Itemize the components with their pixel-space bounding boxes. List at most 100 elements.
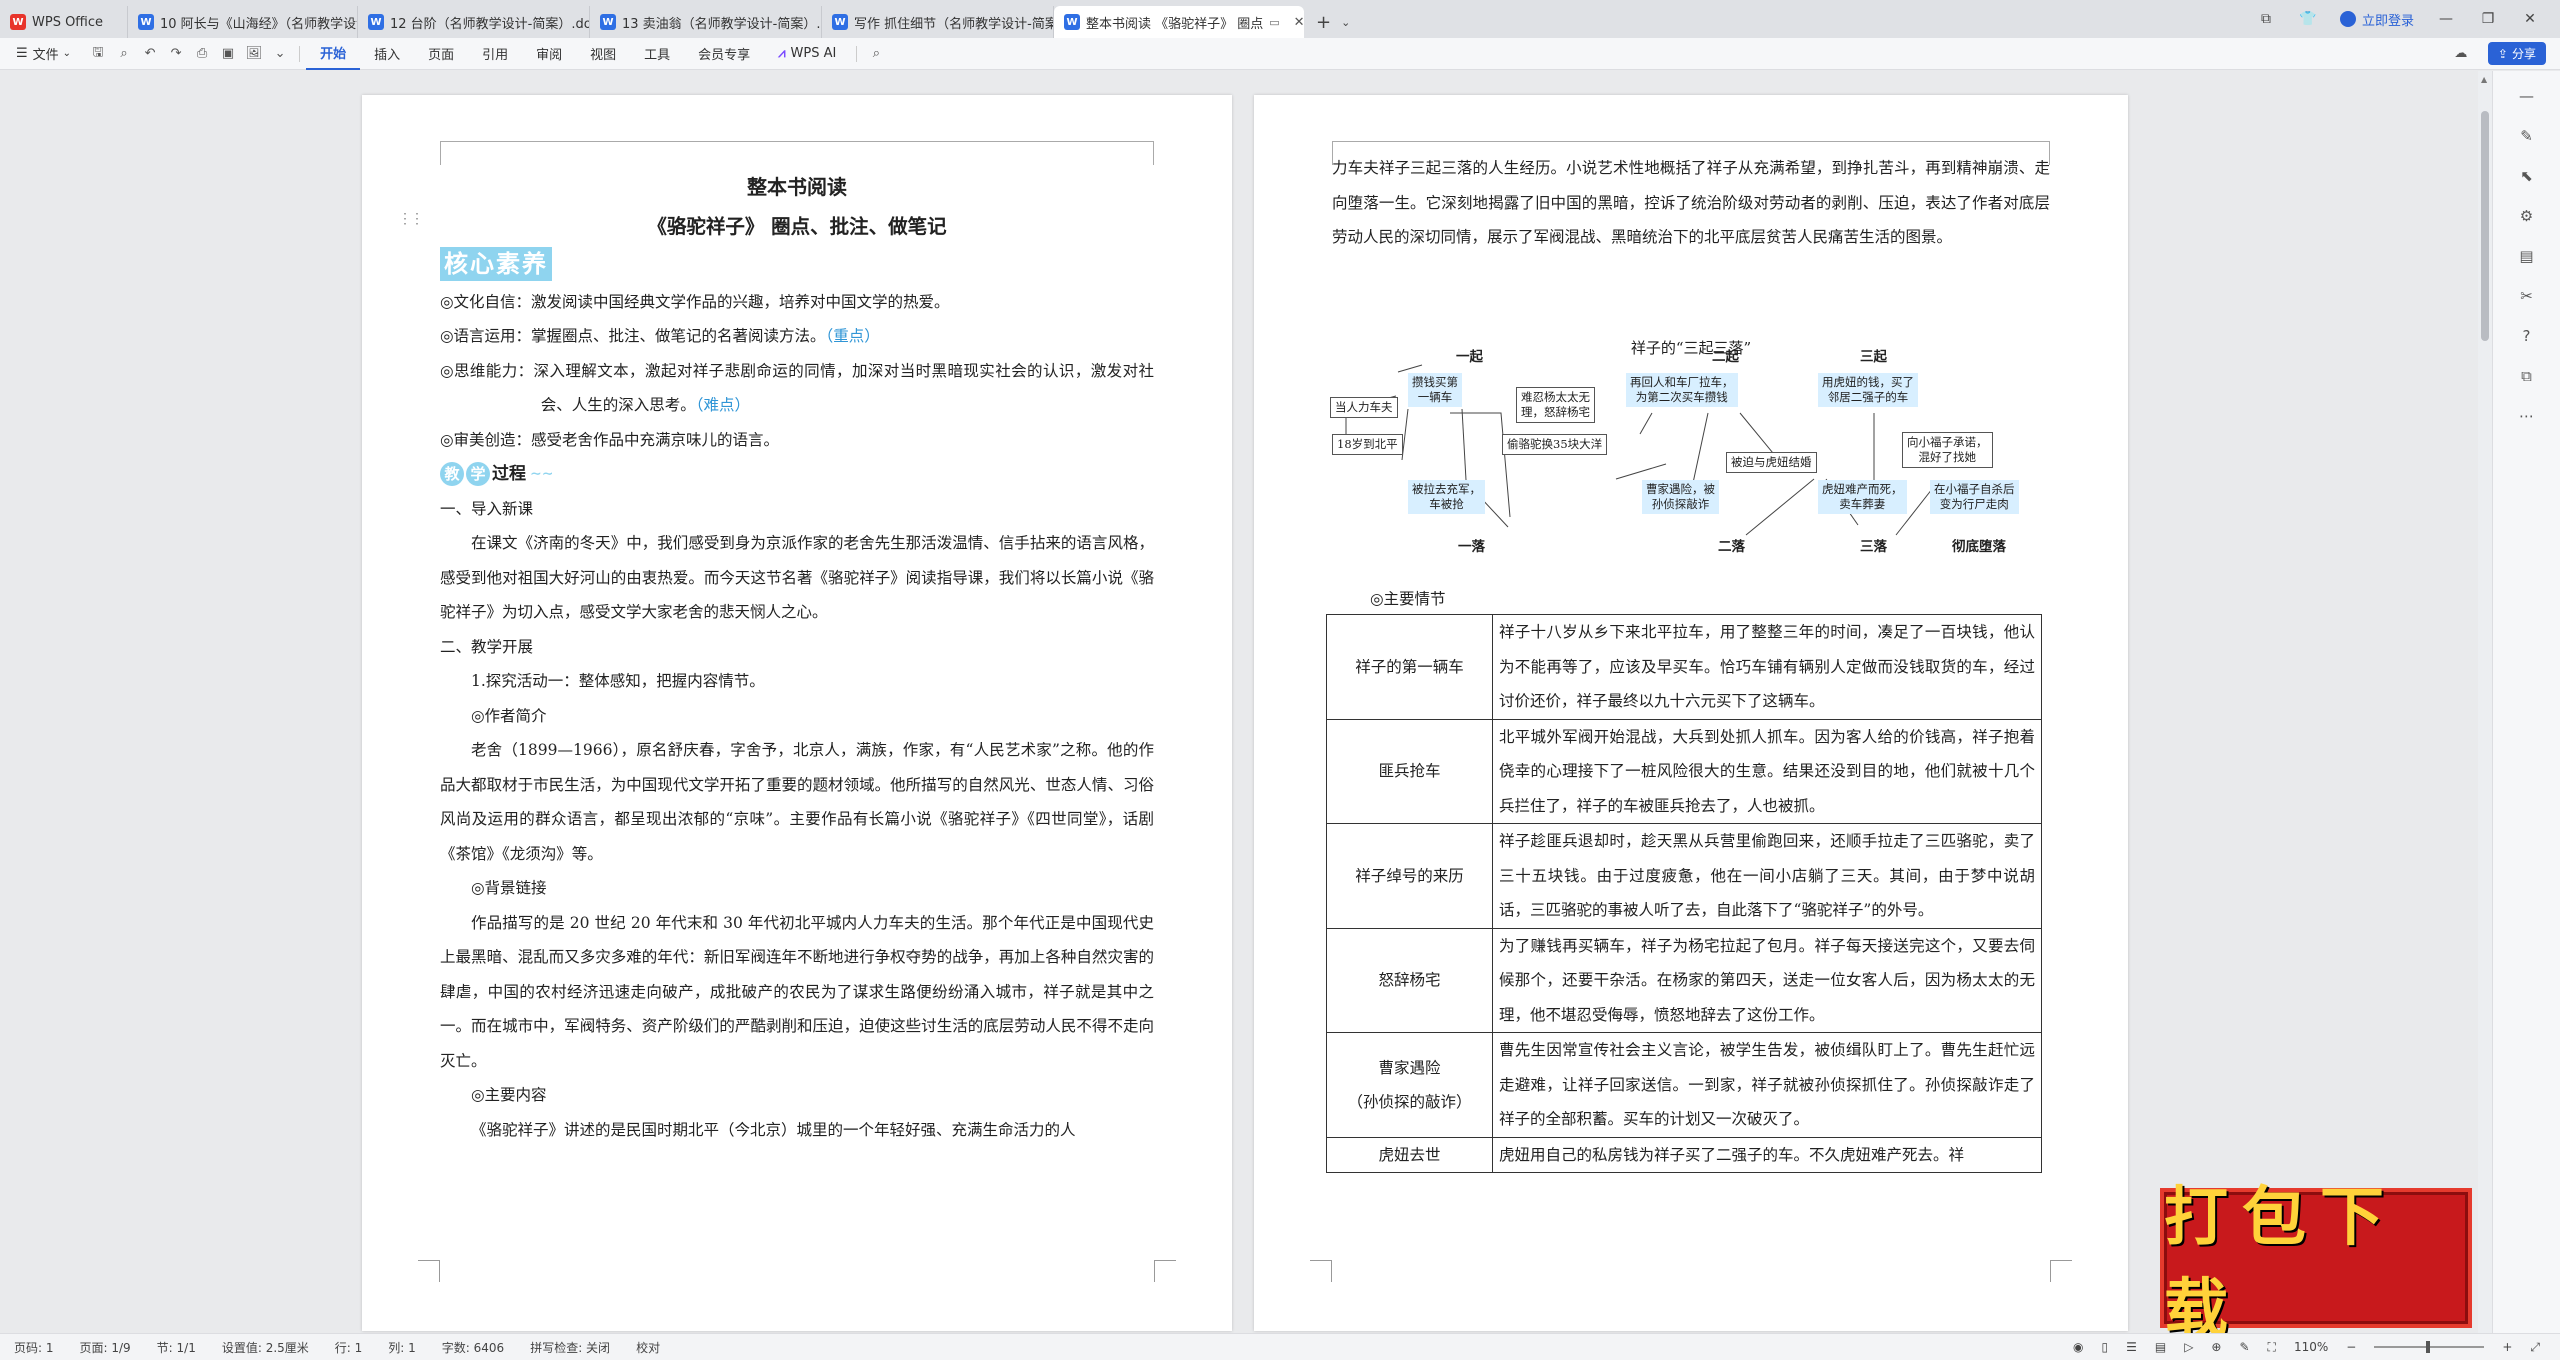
pen-icon[interactable]: ✎ [2516, 125, 2538, 147]
search-icon[interactable]: ⌕ [863, 38, 889, 70]
print-icon[interactable]: ⎙ [189, 38, 215, 70]
menu-view[interactable]: 视图 [576, 38, 630, 70]
file-menu[interactable]: ☰ 文件 ⌄ [0, 38, 85, 70]
box-promise-xiaofu: 向小福子承诺， 混好了找她 [1902, 432, 1993, 468]
redo-icon[interactable]: ↷ [163, 38, 189, 70]
eye-protect-icon[interactable]: ◉ [2073, 1340, 2083, 1354]
zoom-level[interactable]: 110% [2294, 1340, 2328, 1354]
play-icon[interactable]: ▷ [2184, 1340, 2193, 1354]
document-page-2[interactable]: 力车夫祥子三起三落的人生经历。小说艺术性地概括了祥子从充满希望，到挣扎苦斗，再到… [1254, 95, 2128, 1331]
drag-handle-icon[interactable]: ⋮⋮ [398, 211, 424, 227]
box-detective-extortion: 曹家遇险，被 孙侦探敲诈 [1642, 480, 1719, 514]
section-heading: 一、导入新课 [440, 499, 534, 518]
right-tool-panel: — ✎ ⬉ ⚙ ▤ ✂ ? ⧉ ⋯ [2492, 71, 2560, 1333]
menu-member[interactable]: 会员专享 [684, 38, 764, 70]
select-cursor-icon[interactable]: ⬉ [2516, 165, 2538, 187]
tab-label: WPS Office [32, 14, 104, 30]
status-spell-check[interactable]: 拼写检查: 关闭 [530, 1339, 610, 1356]
box-buy-first-car: 攒钱买第 一辆车 [1408, 373, 1462, 407]
download-package-stamp[interactable]: 打包下载 [2160, 1181, 2472, 1347]
vertical-scrollbar[interactable]: ▲ [2478, 71, 2492, 1333]
plot-detail-cell: 曹先生因常宣传社会主义言论，被学生告发，被侦缉队盯上了。曹先生赶忙远走避难，让祥… [1492, 1032, 2042, 1138]
box-car-seized: 被拉去充军， 车被抢 [1408, 480, 1485, 514]
screen-icon[interactable]: ▭ [1269, 16, 1279, 29]
zoom-in-icon[interactable]: + [2502, 1340, 2512, 1354]
help-icon[interactable]: ? [2516, 325, 2538, 347]
status-page-code[interactable]: 页码: 1 [14, 1339, 54, 1356]
login-button[interactable]: 立即登录 [2339, 10, 2414, 29]
menu-tools[interactable]: 工具 [630, 38, 684, 70]
plot-detail-cell: 北平城外军阀开始混战，大兵到处抓人抓车。因为客人给的价钱高，祥子抱着侥幸的心理接… [1492, 718, 2042, 824]
menu-home[interactable]: 开始 [306, 38, 361, 70]
label-fall-1: 一落 [1458, 539, 1485, 555]
ai-logo-icon: ⩘ [778, 46, 786, 61]
outline-view-icon[interactable]: ☰ [2126, 1340, 2137, 1354]
status-row[interactable]: 行: 1 [335, 1339, 363, 1356]
web-view-icon[interactable]: ⊕ [2211, 1340, 2221, 1354]
tab-document-active[interactable]: W 整本书阅读 《骆驼祥子》 圈点 ▭ ✕ [1054, 6, 1304, 38]
read-view-icon[interactable]: ▤ [2155, 1340, 2166, 1354]
main-plot-heading: ◎主要情节 [1370, 590, 1446, 608]
plot-name-cell: 曹家遇险 （孙侦探的敲诈） [1326, 1032, 1493, 1138]
document-page-1[interactable]: ⋮⋮ 整本书阅读 《骆驼祥子》 圈点、批注、做笔记 核心素养 ◎文化自信：激发阅… [362, 95, 1232, 1331]
status-col[interactable]: 列: 1 [388, 1339, 416, 1356]
collapse-icon[interactable]: — [2516, 85, 2538, 107]
scroll-up-icon[interactable]: ▲ [2481, 75, 2487, 84]
label-rise-2: 二起 [1712, 349, 1739, 365]
fullscreen-icon[interactable]: ⤢ [2530, 1340, 2540, 1355]
status-word-count[interactable]: 字数: 6406 [442, 1339, 504, 1356]
restore-icon[interactable]: ❐ [2478, 11, 2498, 27]
page-view-icon[interactable]: ▯ [2101, 1340, 2108, 1354]
share-doc-icon[interactable]: ⧉ [2516, 365, 2538, 387]
wps-ai-button[interactable]: ⩘ WPS AI [764, 38, 850, 70]
plot-detail-cell: 祥子十八岁从乡下来北平拉车，用了整整三年的时间，凑足了一百块钱，他认为不能再等了… [1492, 614, 2042, 720]
more-chevron-icon[interactable]: ⌄ [267, 38, 293, 70]
status-section[interactable]: 节: 1/1 [157, 1339, 196, 1356]
undo-icon[interactable]: ↶ [137, 38, 163, 70]
close-tab-icon[interactable]: ✕ [1294, 15, 1304, 30]
settings-sliders-icon[interactable]: ⚙ [2516, 205, 2538, 227]
zoom-slider[interactable] [2374, 1341, 2485, 1353]
tab-document[interactable]: W 写作 抓住细节（名师教学设计-简案） [822, 6, 1054, 38]
subheading: ◎作者简介 [471, 706, 547, 725]
menu-reference[interactable]: 引用 [468, 38, 522, 70]
skin-icon[interactable]: 👕 [2298, 11, 2318, 27]
minimize-icon[interactable]: — [2436, 11, 2456, 27]
hamburger-icon: ☰ [16, 46, 28, 61]
export-pdf-icon[interactable]: ▣ [215, 38, 241, 70]
menu-insert[interactable]: 插入 [360, 38, 414, 70]
tab-document[interactable]: W 12 台阶（名师教学设计-简案）.docx [358, 6, 590, 38]
picture-icon[interactable]: 🖼 [241, 38, 267, 70]
menu-page[interactable]: 页面 [414, 38, 468, 70]
share-button[interactable]: ⇪ 分享 [2487, 42, 2546, 65]
new-tab-button[interactable]: + [1316, 12, 1331, 33]
close-window-icon[interactable]: ✕ [2520, 11, 2540, 27]
status-setting[interactable]: 设置值: 2.5厘米 [222, 1339, 309, 1356]
find-icon[interactable]: ⌕ [111, 38, 137, 70]
tab-document[interactable]: W 10 阿长与《山海经》（名师教学设计 [128, 6, 358, 38]
paragraph: 在课文《济南的冬天》中，我们感受到身为京派作家的老舍先生那活泼温情、信手拈来的语… [440, 534, 1154, 621]
layout-icon[interactable]: ⧉ [2256, 11, 2276, 27]
label-rise-1: 一起 [1456, 349, 1483, 365]
wave-decoration-icon: ∼∼ [530, 466, 554, 482]
cloud-sync-icon[interactable]: ☁ [2448, 38, 2474, 70]
scrollbar-thumb[interactable] [2481, 111, 2489, 341]
box-marry-huniu: 被迫与虎妞结婚 [1726, 452, 1817, 473]
menu-review[interactable]: 审阅 [522, 38, 576, 70]
fit-icon[interactable]: ⛶ [2268, 1340, 2276, 1355]
status-page[interactable]: 页面: 1/9 [80, 1339, 131, 1356]
more-icon[interactable]: ⋯ [2516, 405, 2538, 427]
paragraph: 《骆驼祥子》讲述的是民国时期北平（今北京）城里的一个年轻好强、充满生命活力的人 [471, 1120, 1076, 1139]
zoom-out-icon[interactable]: − [2346, 1340, 2356, 1354]
save-icon[interactable]: 🖫 [85, 38, 111, 70]
pen-mode-icon[interactable]: ✎ [2239, 1340, 2249, 1354]
tools-icon[interactable]: ✂ [2516, 285, 2538, 307]
tab-document[interactable]: W 13 卖油翁（名师教学设计-简案）.doc [590, 6, 822, 38]
status-proofread[interactable]: 校对 [636, 1339, 660, 1356]
table-row: 祥子的第一辆车 祥子十八岁从乡下来北平拉车，用了整整三年的时间，凑足了一百块钱，… [1326, 614, 2042, 720]
document-canvas[interactable]: ⋮⋮ 整本书阅读 《骆驼祥子》 圈点、批注、做笔记 核心素养 ◎文化自信：激发阅… [0, 71, 2480, 1333]
format-brush-icon[interactable]: ▤ [2516, 245, 2538, 267]
tab-wps-office[interactable]: W WPS Office [0, 6, 128, 38]
chevron-down-icon[interactable]: ⌄ [1341, 16, 1350, 29]
box-camel-money: 偷骆驼换35块大洋 [1502, 434, 1608, 455]
